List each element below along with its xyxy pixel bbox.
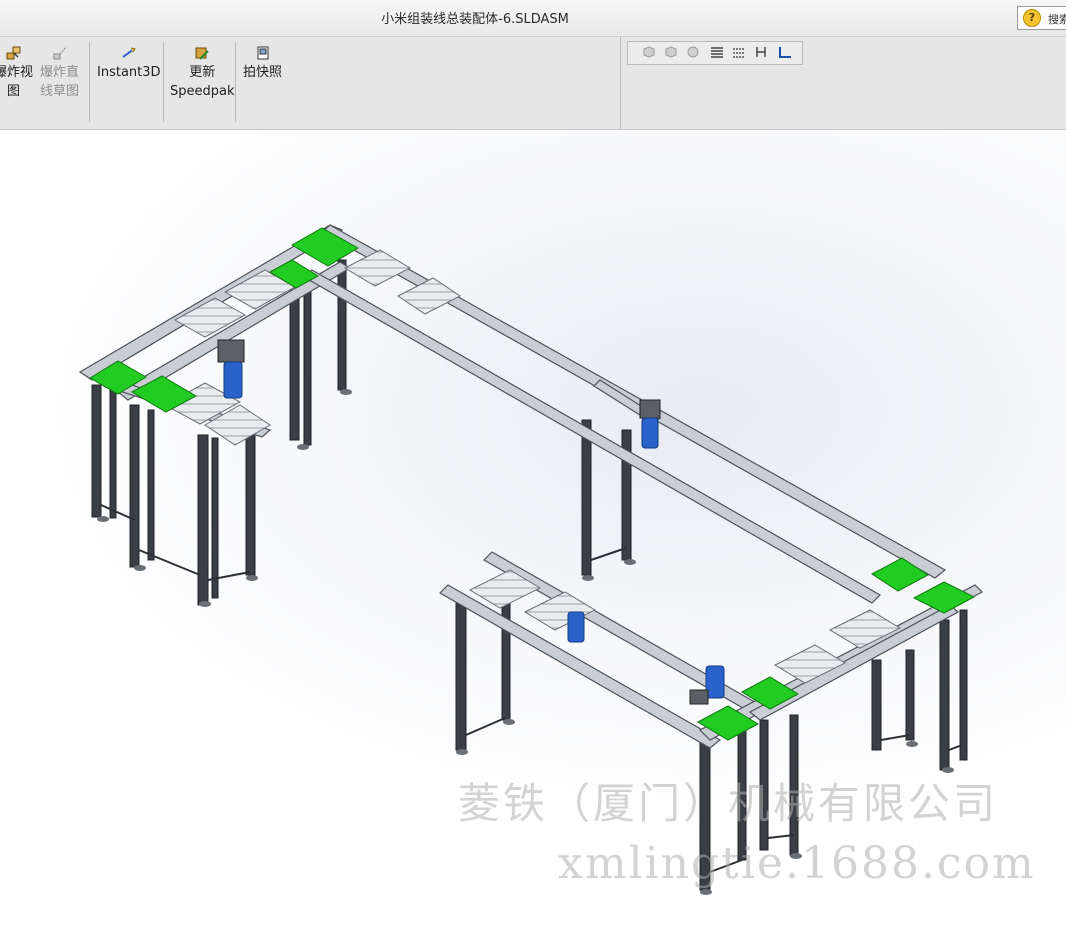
cube-icon[interactable] [664, 45, 678, 59]
snapshot-icon [257, 46, 268, 60]
explode-line-label-2: 线草图 [40, 84, 80, 99]
update-label-1: 更新 [189, 65, 216, 80]
title-bar: 小米组装线总装配体-6.SLDASM ? 搜索 [0, 0, 1066, 37]
company-watermark: 菱铁（厦门）机械有限公司 [458, 779, 999, 828]
command-manager-ribbon: 爆炸视 图 爆炸直 线草图 Instant3D 更新 Speedpak 拍快照 [0, 37, 621, 130]
small-toolbar [627, 41, 803, 65]
search-help-box[interactable]: ? 搜索 [1017, 6, 1066, 30]
ribbon-tool-strip [621, 37, 1066, 130]
instant3d-button[interactable]: Instant3D [97, 45, 161, 82]
explode-line-label-1: 爆炸直 [40, 65, 80, 80]
speedpak-icon [195, 47, 209, 60]
roller-modules [163, 249, 902, 684]
update-speedpak-button[interactable]: 更新 Speedpak [170, 45, 235, 101]
explode-view-icon [6, 46, 20, 60]
list-icon[interactable] [710, 45, 724, 59]
window-title: 小米组装线总装配体-6.SLDASM [381, 12, 569, 27]
instant3d-label: Instant3D [97, 65, 161, 80]
explode-line-sketch-icon [53, 46, 67, 60]
search-label: 搜索 [1048, 13, 1066, 26]
cube-icon[interactable] [642, 45, 656, 59]
explode-view-label-1: 爆炸视 [0, 65, 34, 80]
update-label-2: Speedpak [170, 84, 235, 99]
gear-icon[interactable] [686, 45, 700, 59]
help-icon[interactable]: ? [1023, 9, 1041, 27]
axis-icon[interactable] [778, 45, 792, 59]
snapshot-button[interactable]: 拍快照 [243, 45, 282, 82]
explode-line-sketch-button[interactable]: 爆炸直 线草图 [40, 45, 79, 101]
explode-view-label-2: 图 [7, 84, 21, 99]
ribbon-separator [89, 42, 90, 122]
url-watermark: xmlingtie.1688.com [558, 838, 1036, 889]
dashed-lines-icon[interactable] [732, 45, 746, 59]
ribbon-separator [235, 42, 236, 122]
instant3d-icon [122, 47, 136, 58]
explode-view-button[interactable]: 爆炸视 图 [0, 45, 33, 101]
swap-icon[interactable] [754, 45, 768, 59]
snapshot-label: 拍快照 [243, 65, 283, 80]
ribbon-separator [163, 42, 164, 122]
